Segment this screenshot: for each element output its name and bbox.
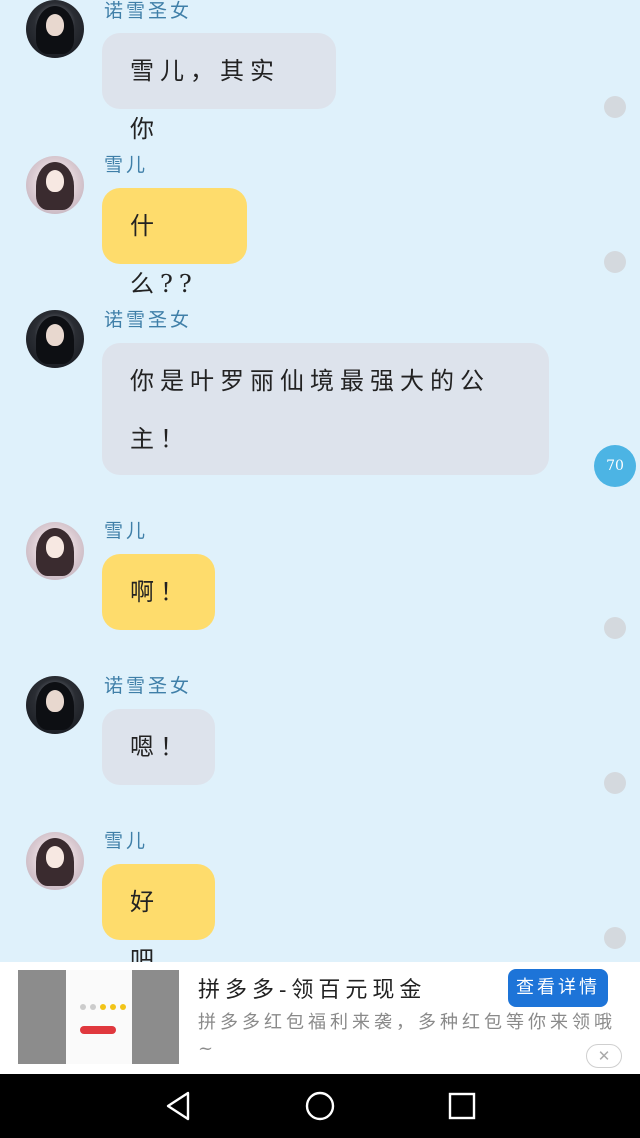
avatar[interactable] — [26, 832, 84, 890]
unread-count-badge[interactable]: 70 — [594, 445, 636, 487]
avatar[interactable] — [26, 522, 84, 580]
avatar[interactable] — [26, 0, 84, 58]
home-icon[interactable] — [304, 1090, 336, 1122]
message-bubble[interactable]: 你是叶罗丽仙境最强大的公主！ — [102, 343, 549, 475]
recent-apps-icon[interactable] — [446, 1090, 478, 1122]
read-status-dot — [604, 96, 626, 118]
message-bubble[interactable]: 什么?? — [102, 188, 247, 298]
read-status-dot — [604, 772, 626, 794]
read-status-dot — [604, 617, 626, 639]
read-status-dot — [604, 251, 626, 273]
close-icon[interactable]: ✕ — [586, 1044, 622, 1068]
system-navigation-bar — [0, 1074, 640, 1138]
chat-area: 诺雪圣女 雪儿，其实你 雪儿 什么?? 诺雪圣女 你是叶罗丽仙境最强大的公主！ … — [0, 0, 640, 962]
message-bubble[interactable]: 雪儿，其实你 — [102, 33, 336, 143]
message-bubble[interactable]: 啊！ — [102, 554, 215, 630]
sender-name: 诺雪圣女 — [104, 675, 193, 697]
avatar[interactable] — [26, 310, 84, 368]
sender-name: 诺雪圣女 — [104, 309, 193, 331]
ad-banner[interactable]: 拼多多-领百元现金 拼多多红包福利来袭，多种红包等你来领哦~ 查看详情 ✕ — [0, 962, 640, 1074]
ad-description[interactable]: 拼多多红包福利来袭，多种红包等你来领哦~ — [198, 1010, 618, 1062]
sender-name: 雪儿 — [104, 830, 149, 852]
sender-name: 雪儿 — [104, 520, 149, 542]
back-icon[interactable] — [162, 1090, 194, 1122]
read-status-dot — [604, 927, 626, 949]
message-bubble[interactable]: 好吧 — [102, 864, 215, 962]
ad-thumbnail[interactable] — [18, 970, 179, 1064]
avatar[interactable] — [26, 676, 84, 734]
sender-name: 雪儿 — [104, 154, 149, 176]
message-bubble[interactable]: 嗯！ — [102, 709, 215, 785]
avatar[interactable] — [26, 156, 84, 214]
sender-name: 诺雪圣女 — [104, 0, 193, 22]
ad-details-button[interactable]: 查看详情 — [508, 969, 608, 1007]
ad-title[interactable]: 拼多多-领百元现金 — [198, 972, 426, 1004]
